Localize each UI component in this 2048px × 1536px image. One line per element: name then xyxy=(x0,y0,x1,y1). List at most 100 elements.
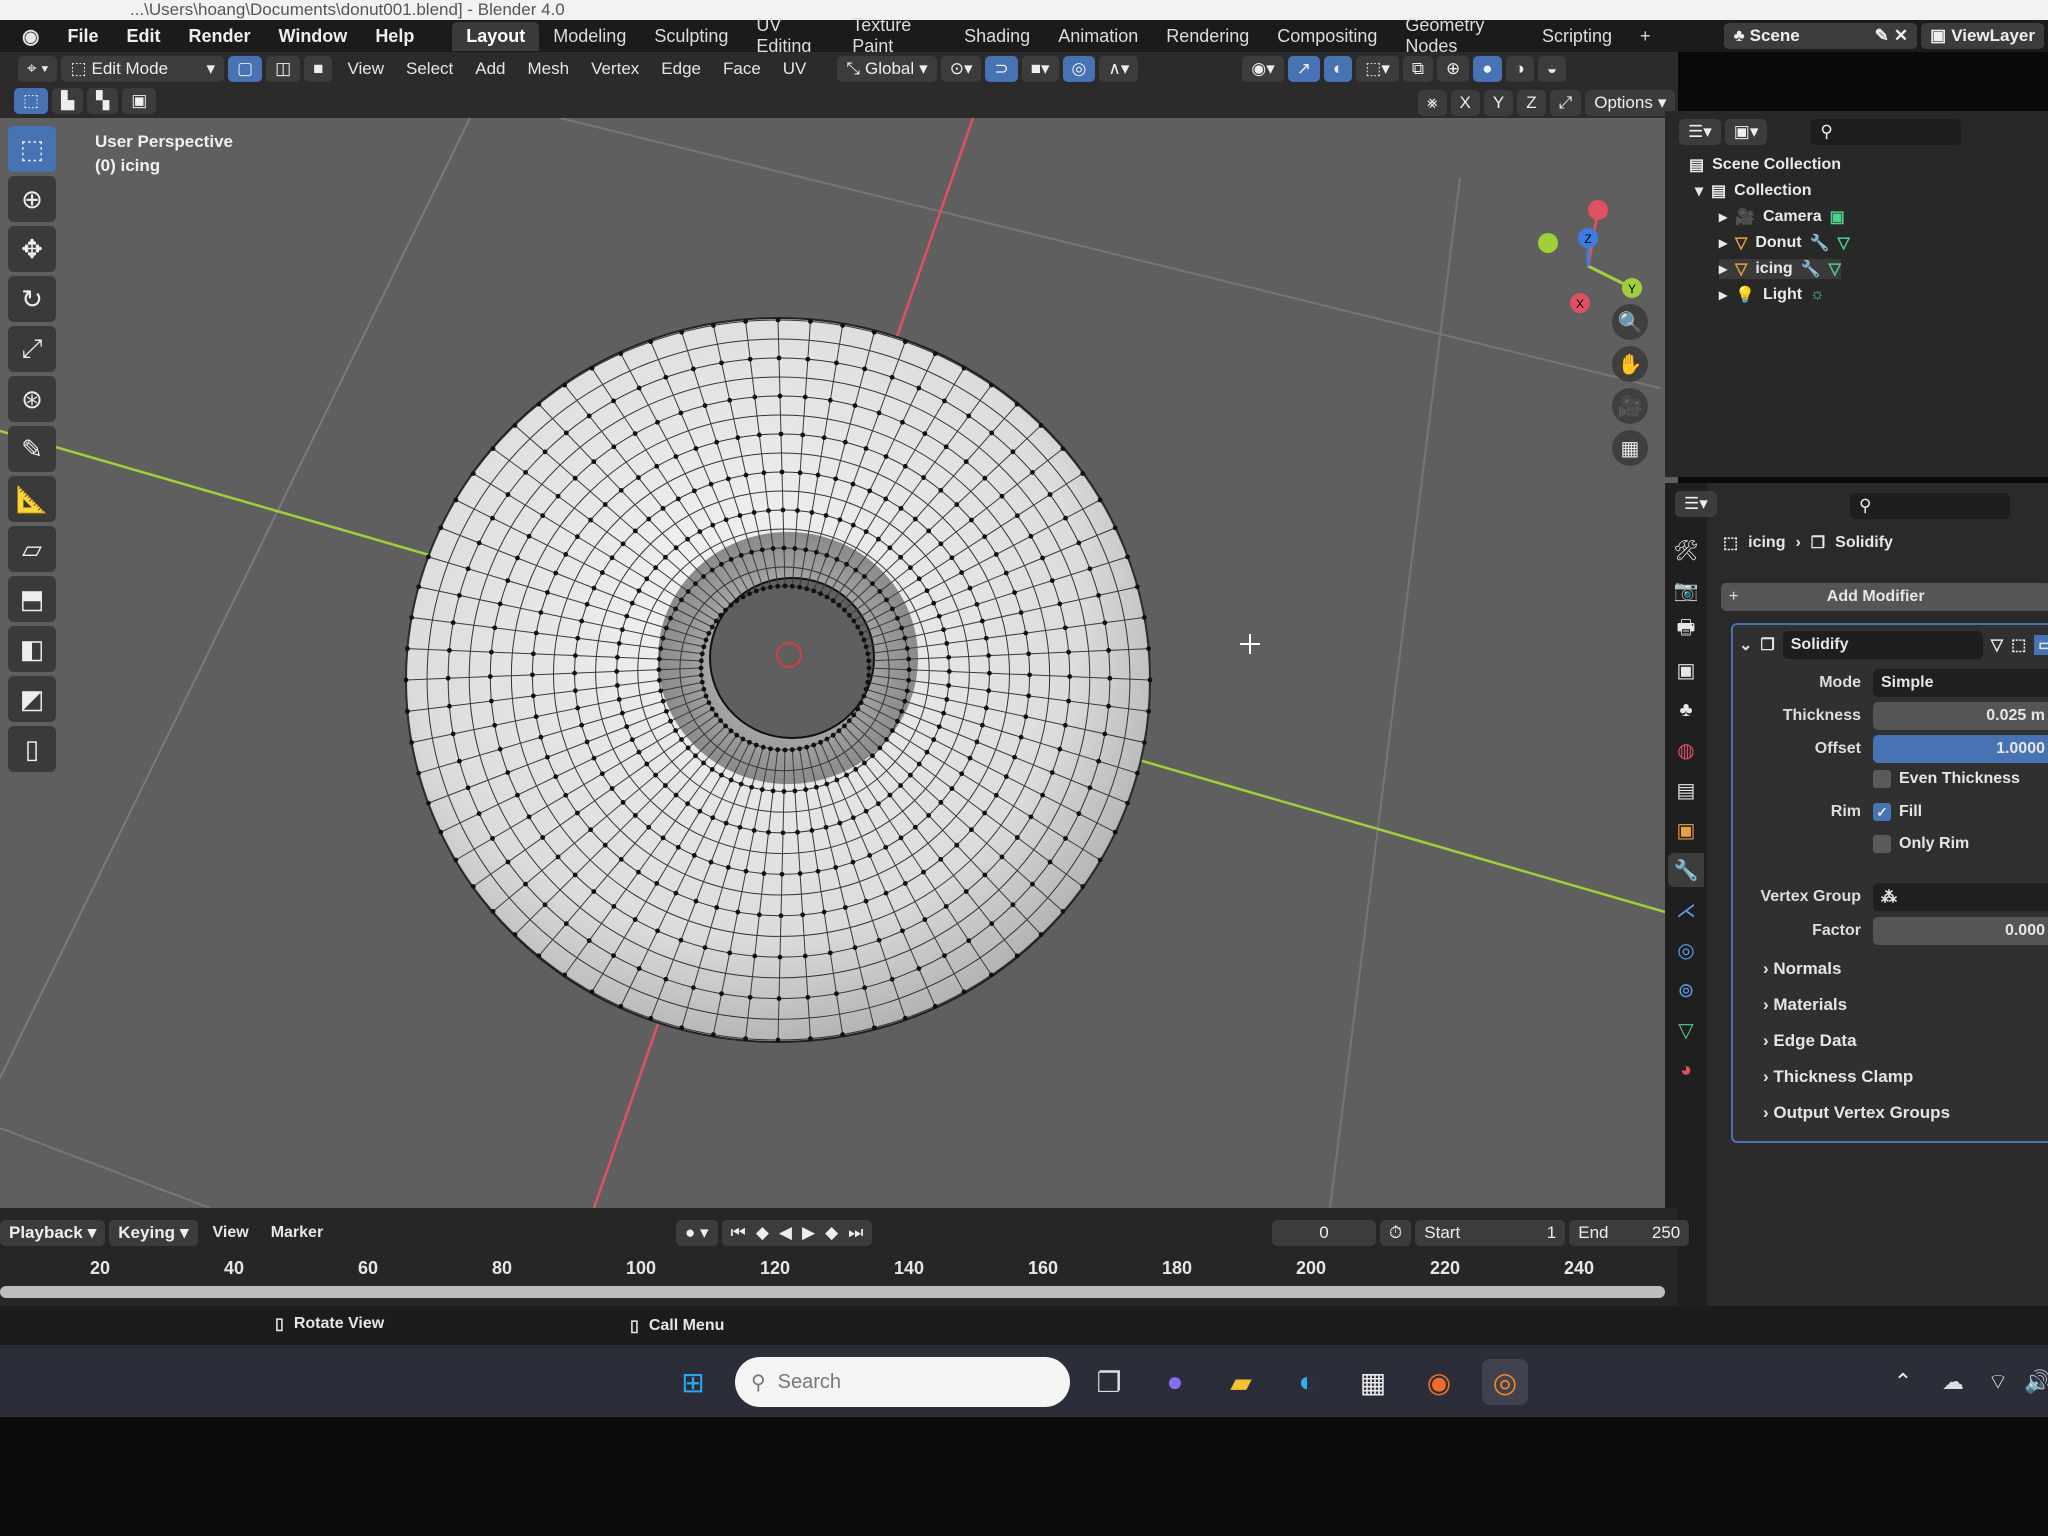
mesh-vertex[interactable] xyxy=(922,431,928,436)
mesh-vertex[interactable] xyxy=(476,811,482,817)
mesh-vertex[interactable] xyxy=(572,475,578,481)
mesh-vertex[interactable] xyxy=(867,488,873,494)
mesh-vertex[interactable] xyxy=(579,618,585,624)
mesh-vertex[interactable] xyxy=(815,868,821,874)
mesh-vertex[interactable] xyxy=(728,777,734,783)
mesh-vertex[interactable] xyxy=(709,706,715,712)
mesh-vertex[interactable] xyxy=(685,801,691,807)
mesh-vertex[interactable] xyxy=(653,565,659,571)
mesh-vertex[interactable] xyxy=(837,820,843,826)
mirror-z-toggle[interactable]: Z xyxy=(1517,90,1546,116)
mesh-vertex[interactable] xyxy=(563,552,569,557)
mesh-vertex[interactable] xyxy=(497,601,503,607)
mesh-vertex[interactable] xyxy=(673,545,679,551)
mesh-vertex[interactable] xyxy=(1010,449,1016,455)
mesh-vertex[interactable] xyxy=(842,439,848,445)
only-rim-checkbox[interactable]: Only Rim xyxy=(1873,835,1969,853)
mesh-vertex[interactable] xyxy=(591,889,597,894)
mesh-vertex[interactable] xyxy=(792,546,798,551)
mesh-vertex[interactable] xyxy=(575,635,581,641)
pivot-point-selector[interactable]: ⊙▾ xyxy=(940,56,982,82)
mesh-vertex[interactable] xyxy=(438,525,444,531)
mesh-vertex[interactable] xyxy=(1040,792,1045,798)
view-layer-tab-icon[interactable]: ▣ xyxy=(1668,653,1704,687)
add-workspace-button[interactable]: + xyxy=(1626,22,1665,51)
mesh-vertex[interactable] xyxy=(685,745,691,751)
mesh-vertex[interactable] xyxy=(779,871,785,877)
mesh-vertex[interactable] xyxy=(966,413,972,419)
mesh-vertex[interactable] xyxy=(664,708,669,714)
mesh-vertex[interactable] xyxy=(728,728,734,734)
mesh-vertex[interactable] xyxy=(701,760,706,766)
mesh-vertex[interactable] xyxy=(982,475,988,481)
mesh-vertex[interactable] xyxy=(876,937,882,943)
mesh-vertex[interactable] xyxy=(761,871,767,876)
play-icon[interactable]: ▶ xyxy=(802,1223,815,1243)
mesh-vertex[interactable] xyxy=(663,374,669,380)
mesh-vertex[interactable] xyxy=(846,612,852,618)
mesh-vertex[interactable] xyxy=(889,728,895,733)
mesh-vertex[interactable] xyxy=(545,590,550,595)
current-frame-field[interactable]: 0 xyxy=(1272,1220,1376,1246)
mesh-vertex[interactable] xyxy=(912,824,918,830)
mesh-vertex[interactable] xyxy=(1012,590,1017,595)
mesh-vertex[interactable] xyxy=(618,1003,624,1009)
mesh-vertex[interactable] xyxy=(614,669,620,674)
mesh-vertex[interactable] xyxy=(1014,401,1020,407)
mesh-vertex[interactable] xyxy=(926,528,932,534)
mesh-vertex[interactable] xyxy=(728,557,734,562)
mesh-vertex[interactable] xyxy=(966,938,972,944)
mesh-vertex[interactable] xyxy=(867,853,873,858)
mesh-vertex[interactable] xyxy=(861,637,867,643)
mesh-vertex[interactable] xyxy=(714,439,720,445)
tray-chevron-icon[interactable]: ⌃ xyxy=(1880,1359,1926,1405)
outliner-item-camera[interactable]: ▸ 🎥 Camera ▣ xyxy=(1719,207,1845,227)
mesh-vertex[interactable] xyxy=(863,686,869,692)
mesh-vertex[interactable] xyxy=(490,446,496,451)
mode-selector[interactable]: ⬚ Edit Mode ▾ xyxy=(61,56,225,82)
mesh-vertex[interactable] xyxy=(781,545,787,551)
mesh-vertex[interactable] xyxy=(858,700,864,706)
mesh-vertex[interactable] xyxy=(858,630,864,636)
scene-collection-row[interactable]: ▤ Scene Collection xyxy=(1689,155,1841,175)
mesh-vertex[interactable] xyxy=(1062,722,1068,728)
mesh-vertex[interactable] xyxy=(907,772,913,778)
mesh-vertex[interactable] xyxy=(906,656,912,662)
menu-mesh[interactable]: Mesh xyxy=(517,59,581,79)
mesh-vertex[interactable] xyxy=(743,868,749,874)
mesh-vertex[interactable] xyxy=(887,792,893,798)
mesh-vertex[interactable] xyxy=(1057,746,1063,752)
preview-range-toggle[interactable]: ⏱ xyxy=(1380,1220,1412,1246)
edit-mode-toggle-icon[interactable]: ▽ xyxy=(1991,635,2003,655)
select-extend-mode[interactable]: ▙ xyxy=(52,88,84,114)
mesh-vertex[interactable] xyxy=(851,712,857,718)
mesh-vertex[interactable] xyxy=(768,584,773,590)
mesh-vertex[interactable] xyxy=(863,446,869,451)
mesh-vertex[interactable] xyxy=(699,679,705,685)
mesh-vertex[interactable] xyxy=(701,686,707,692)
mesh-vertex[interactable] xyxy=(1102,731,1108,737)
mesh-vertex[interactable] xyxy=(902,698,908,704)
mesh-vertex[interactable] xyxy=(836,602,842,608)
mesh-vertex[interactable] xyxy=(895,615,900,621)
mesh-vertex[interactable] xyxy=(902,635,908,641)
mesh-vertex[interactable] xyxy=(850,859,856,865)
mesh-vertex[interactable] xyxy=(983,635,989,641)
start-frame-field[interactable]: Start 1 xyxy=(1415,1220,1566,1246)
mesh-vertex[interactable] xyxy=(871,329,877,335)
mesh-vertex[interactable] xyxy=(648,339,654,345)
mesh-vertex[interactable] xyxy=(450,620,456,626)
mesh-vertex[interactable] xyxy=(766,829,771,835)
mesh-vertex[interactable] xyxy=(723,607,729,613)
mesh-vertex[interactable] xyxy=(714,905,720,910)
mesh-vertex[interactable] xyxy=(589,365,595,371)
mesh-vertex[interactable] xyxy=(488,649,494,655)
mesh-vertex[interactable] xyxy=(805,994,811,1000)
mesh-vertex[interactable] xyxy=(941,710,947,716)
tab-modeling[interactable]: Modeling xyxy=(539,22,640,51)
mesh-vertex[interactable] xyxy=(654,881,660,886)
mesh-vertex[interactable] xyxy=(664,625,669,631)
mesh-vertex[interactable] xyxy=(693,753,698,759)
mesh-vertex[interactable] xyxy=(658,688,664,694)
modifier-name-field[interactable]: Solidify xyxy=(1782,631,1983,659)
